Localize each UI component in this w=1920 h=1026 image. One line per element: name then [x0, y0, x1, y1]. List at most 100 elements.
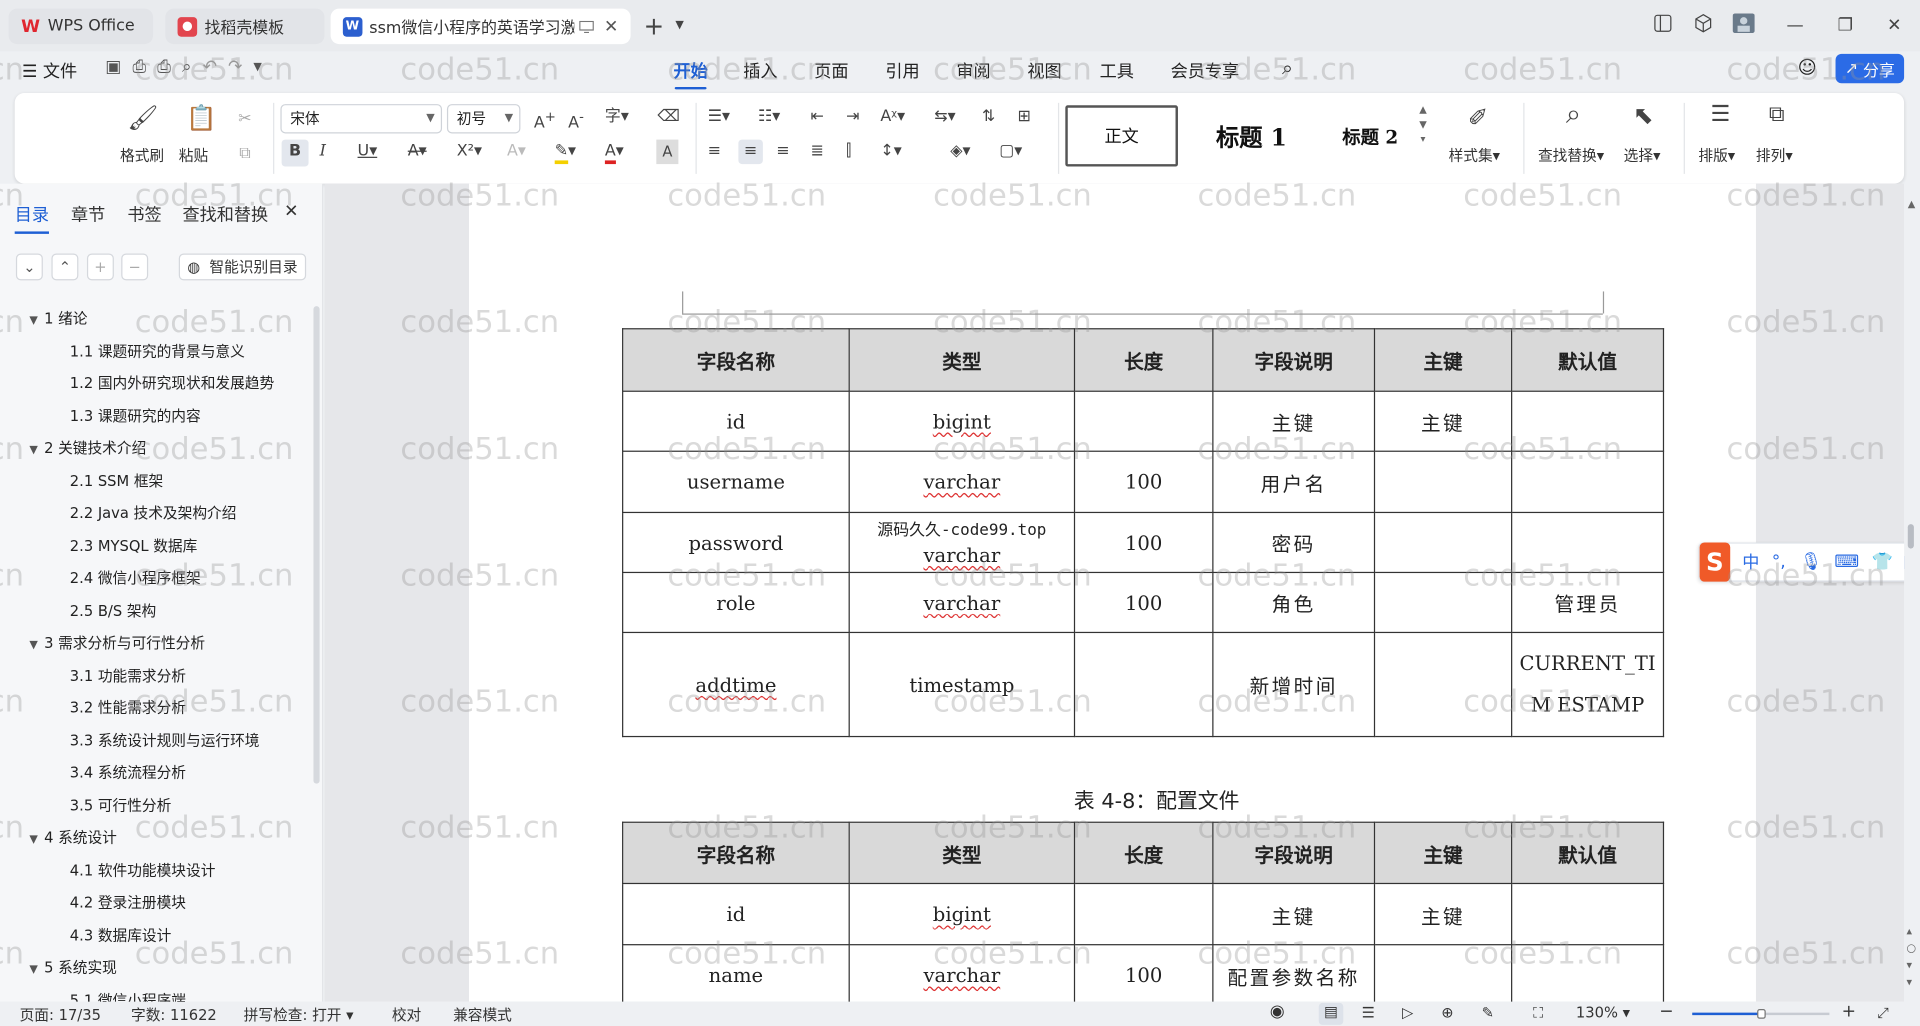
new-tab-icon[interactable]: + [642, 13, 666, 37]
toc-item[interactable]: 2.3 MYSQL 数据库 [70, 534, 198, 555]
table-cell[interactable] [1511, 882, 1665, 946]
toc-item[interactable]: 4.3 数据库设计 [70, 924, 172, 945]
find-replace-icon[interactable]: ⌕ [1558, 101, 1590, 128]
column-header[interactable]: 默认值 [1511, 328, 1665, 392]
fit-page-icon[interactable]: ⛶ [1533, 1004, 1543, 1022]
table-cell[interactable]: role [622, 571, 850, 634]
save-icon[interactable]: ▣ [105, 58, 121, 78]
table-row[interactable]: id bigint 主键 主键 [622, 390, 1665, 452]
column-header[interactable]: 字段说明 [1212, 821, 1376, 885]
table-cell[interactable]: 100 [1073, 944, 1214, 1007]
eye-protect-icon[interactable]: ◉ [1270, 1002, 1285, 1022]
restore-icon[interactable]: ❐ [1833, 13, 1857, 37]
column-header[interactable]: 字段名称 [622, 328, 850, 392]
table-cell[interactable]: 100 [1073, 511, 1214, 574]
remove-heading-icon[interactable]: − [121, 253, 149, 281]
table-cell[interactable]: 角色 [1212, 571, 1376, 634]
avatar[interactable] [1731, 13, 1755, 37]
proofread-button[interactable]: 校对 [392, 1004, 421, 1025]
zoom-slider-handle[interactable] [1757, 1008, 1766, 1019]
table-cell[interactable] [1511, 944, 1665, 1007]
tab-chapters[interactable]: 章节 [71, 202, 105, 226]
clear-format-icon[interactable]: ⌫ [658, 105, 681, 129]
undo-icon[interactable]: ↶ [203, 58, 217, 78]
table-cell[interactable]: 用户名 [1212, 450, 1376, 514]
shrink-font-icon[interactable]: A- [568, 105, 584, 136]
table-cell[interactable]: bigint [848, 390, 1076, 452]
expand-triangle-icon[interactable]: ▼ [29, 315, 44, 327]
tab-tools[interactable]: 工具 [1100, 59, 1134, 83]
sort-icon[interactable]: ⇅ [982, 105, 995, 129]
table-cell[interactable]: name [622, 944, 850, 1007]
underline-button[interactable]: U▾ [358, 140, 378, 164]
table-cell[interactable] [1373, 944, 1513, 1007]
read-mode-icon[interactable]: ▷ [1402, 1004, 1413, 1021]
table-cell[interactable]: 100 [1073, 571, 1214, 634]
punctuation-icon[interactable]: °, [1772, 552, 1786, 572]
style-normal[interactable]: 正文 [1065, 105, 1178, 167]
toc-item[interactable]: 3.1 功能需求分析 [70, 664, 186, 685]
table-cell[interactable] [1511, 450, 1665, 514]
line-spacing-icon[interactable]: ↕▾ [880, 140, 901, 164]
numbered-list-icon[interactable]: ☷▾ [758, 105, 780, 129]
search-icon[interactable]: ⌕ [1282, 56, 1293, 80]
grow-font-icon[interactable]: A+ [534, 105, 556, 136]
toc-item[interactable]: 1.1 课题研究的背景与意义 [70, 340, 245, 361]
column-header[interactable]: 类型 [848, 328, 1076, 392]
share-button[interactable]: ↗ 分享 [1835, 53, 1905, 84]
select-label[interactable]: 选择▾ [1624, 144, 1661, 165]
tab-home[interactable]: 开始 [673, 59, 708, 90]
tab-references[interactable]: 引用 [885, 59, 919, 83]
web-view-icon[interactable]: ⊕ [1441, 1004, 1453, 1021]
column-header[interactable]: 类型 [848, 821, 1076, 885]
zoom-slider[interactable] [1692, 1008, 1830, 1019]
table-cell[interactable]: 100 [1073, 450, 1214, 514]
decrease-indent-icon[interactable]: ⇤ [811, 105, 824, 129]
table-cell[interactable] [1373, 511, 1513, 574]
close-window-icon[interactable]: ✕ [1882, 13, 1906, 37]
toc-item[interactable]: 3.4 系统流程分析 [70, 762, 186, 783]
align-center-icon[interactable]: ≡ [738, 139, 763, 165]
zoom-in-icon[interactable]: + [1842, 1002, 1856, 1022]
tab-view[interactable]: 视图 [1027, 59, 1061, 83]
ime-lang-toggle[interactable]: 中 [1742, 550, 1759, 574]
toc-item[interactable]: 1.3 课题研究的内容 [70, 405, 201, 426]
collapse-chevron-icon[interactable]: ⌄ [15, 253, 43, 281]
minimize-icon[interactable]: — [1783, 13, 1807, 37]
skin-icon[interactable]: 👕 [1871, 552, 1892, 572]
find-replace-label[interactable]: 查找替换▾ [1538, 144, 1604, 165]
column-header[interactable]: 主键 [1373, 821, 1513, 885]
table-cell[interactable]: 管理员 [1511, 571, 1665, 634]
export-icon[interactable]: ⎙ [133, 58, 147, 78]
table-cell[interactable]: 主键 [1373, 390, 1513, 452]
font-color-button[interactable]: A▾ [604, 140, 624, 165]
select-cursor-icon[interactable]: ⬉ [1629, 103, 1658, 127]
toc-item[interactable]: 2.4 微信小程序框架 [70, 567, 201, 588]
expand-chevron-icon[interactable]: ⌃ [51, 253, 79, 281]
page-view-icon[interactable]: ▤ [1318, 1002, 1344, 1025]
typesetting-icon[interactable]: ☰ [1707, 102, 1734, 127]
tab-list-chevron-icon[interactable]: ▼ [667, 13, 691, 37]
table-cell[interactable]: varchar [848, 571, 1076, 634]
page-nav-icons[interactable]: ▴ ○ ▾ ▾ [1907, 923, 1917, 992]
microphone-icon[interactable]: 🎙 [1800, 552, 1822, 572]
bold-button[interactable]: B [281, 139, 309, 167]
toc-item[interactable]: 1.2 国内外研究现状和发展趋势 [70, 372, 274, 393]
align-left-icon[interactable]: ≡ [708, 140, 721, 164]
tab-wps-office[interactable]: W WPS Office [8, 8, 154, 45]
shading-icon[interactable]: ◈▾ [950, 140, 970, 164]
scroll-up-icon[interactable]: ▲ [1908, 198, 1916, 209]
chinese-layout-icon[interactable]: Aᵡ▾ [880, 105, 905, 129]
toc-item[interactable]: 2.1 SSM 框架 [70, 470, 163, 491]
show-marks-icon[interactable]: ⊞ [1018, 105, 1031, 129]
table-cell[interactable] [1073, 631, 1214, 738]
toc-item[interactable]: 3.5 可行性分析 [70, 794, 172, 815]
monitor-icon[interactable] [579, 20, 595, 33]
close-tab-icon[interactable]: ✕ [604, 17, 618, 37]
table-cell[interactable]: bigint [848, 882, 1076, 946]
chat-icon[interactable]: ☺ [1798, 56, 1817, 78]
text-effect-button[interactable]: A▾ [507, 140, 526, 164]
table-cell[interactable]: 配置参数名称 [1212, 944, 1376, 1007]
column-header[interactable]: 长度 [1073, 821, 1214, 885]
align-right-icon[interactable]: ≡ [776, 140, 789, 164]
